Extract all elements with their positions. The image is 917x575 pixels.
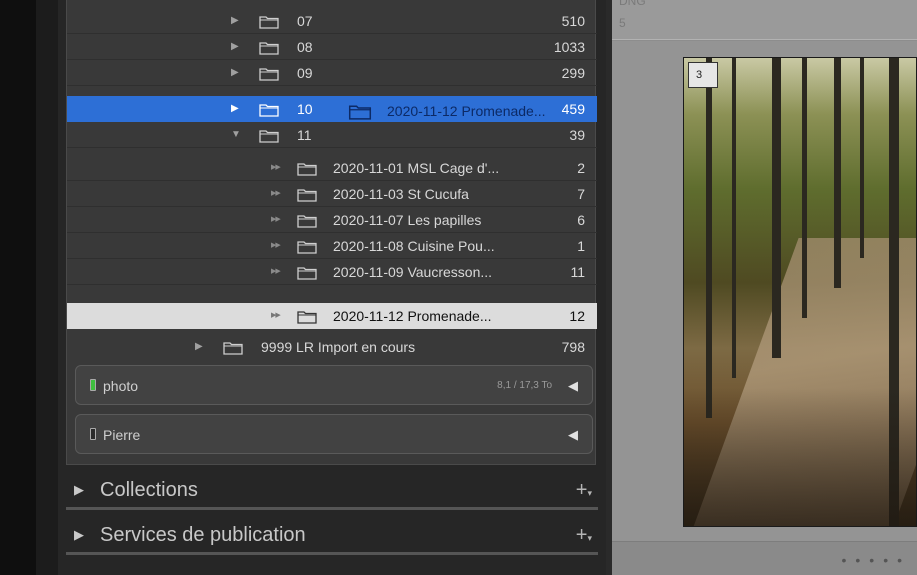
- folder-count: 798: [561, 339, 585, 355]
- folder-name: 2020-11-12 Promenade...: [333, 308, 492, 324]
- folder-icon: [297, 241, 317, 254]
- folder-count: 510: [561, 13, 585, 29]
- disclosure-triangle-icon[interactable]: ▶▶: [271, 303, 281, 329]
- folder-icon: [297, 267, 317, 280]
- folder-name: 11: [297, 127, 312, 143]
- volume-collapse-icon[interactable]: ◀: [568, 415, 578, 455]
- cell-index-badge: 3: [688, 62, 718, 88]
- folder-count: 459: [561, 101, 585, 117]
- folder-name: 2020-11-07 Les papilles: [333, 212, 482, 228]
- left-panel: ▶ 07 510 ▶ 08 1033 ▶ 09 299 ▶ 10 2020-11: [58, 0, 606, 575]
- folder-count: 1: [577, 238, 585, 254]
- folder-name: 2020-11-01 MSL Cage d'...: [333, 160, 500, 176]
- folder-name: 2020-11-08 Cuisine Pou...: [333, 238, 495, 254]
- more-dots-icon[interactable]: •••••: [841, 552, 911, 568]
- folder-name: 08: [297, 39, 313, 55]
- cell-meta: 5: [619, 16, 626, 30]
- disclosure-triangle-icon[interactable]: ▶: [231, 34, 239, 60]
- folder-name: 10: [297, 101, 313, 117]
- section-title: Services de publication: [100, 524, 306, 546]
- folder-row-09[interactable]: ▶ 09 299: [67, 60, 597, 86]
- disclosure-triangle-icon[interactable]: ▶: [195, 334, 203, 360]
- folder-count: 1033: [553, 39, 585, 55]
- disclosure-triangle-icon[interactable]: ▶: [231, 96, 239, 122]
- folders-panel: ▶ 07 510 ▶ 08 1033 ▶ 09 299 ▶ 10 2020-11: [66, 0, 597, 465]
- grid-cell-above[interactable]: DNG 5: [612, 0, 917, 40]
- subfolder-row[interactable]: ▶▶ 2020-11-07 Les papilles 6: [67, 207, 597, 233]
- folder-icon: [259, 104, 279, 117]
- drag-ghost-label: 2020-11-12 Promenade...: [387, 103, 546, 119]
- grid-view: DNG 5 3 •••••: [612, 0, 917, 575]
- volume-status-led: [90, 428, 96, 440]
- tree-trunk: [834, 58, 841, 288]
- folder-icon: [259, 68, 279, 81]
- folder-icon: [259, 16, 279, 29]
- folder-count: 12: [569, 308, 585, 324]
- volume-name: photo: [103, 378, 139, 394]
- collections-section[interactable]: ▶ Collections +▾: [58, 468, 606, 512]
- section-title: Collections: [100, 479, 198, 501]
- tree-trunk: [772, 58, 781, 358]
- left-edge: [0, 0, 36, 575]
- folder-name: 07: [297, 13, 313, 29]
- folder-row-import[interactable]: ▶ 9999 LR Import en cours 798: [67, 334, 597, 360]
- disclosure-triangle-icon[interactable]: ▶: [231, 60, 239, 86]
- folder-count: 2: [577, 160, 585, 176]
- folder-icon: [348, 105, 372, 120]
- section-divider: [66, 552, 598, 555]
- folder-icon: [297, 311, 317, 324]
- file-type-label: DNG: [619, 0, 646, 8]
- folder-row-11[interactable]: ▼ 11 39: [67, 122, 597, 148]
- disclosure-triangle-icon[interactable]: ▶: [231, 8, 239, 34]
- volume-name: Pierre: [103, 427, 141, 443]
- disclosure-triangle-icon[interactable]: ▶▶: [271, 259, 281, 285]
- folder-count: 299: [561, 65, 585, 81]
- disclosure-triangle-icon[interactable]: ▶▶: [271, 207, 281, 233]
- folder-count: 7: [577, 186, 585, 202]
- grid-cell[interactable]: 3: [612, 41, 917, 541]
- folder-name: 2020-11-03 St Cucufa: [333, 186, 469, 202]
- folder-row-10[interactable]: ▶ 10 2020-11-12 Promenade... 459: [67, 96, 597, 122]
- folder-icon: [259, 42, 279, 55]
- photo-thumbnail[interactable]: 3: [683, 57, 917, 527]
- photo-shadow: [684, 388, 916, 526]
- volume-status-led: [90, 379, 96, 391]
- disclosure-triangle-icon[interactable]: ▶▶: [271, 181, 281, 207]
- subfolder-row[interactable]: ▶▶ 2020-11-03 St Cucufa 7: [67, 181, 597, 207]
- publish-services-section[interactable]: ▶ Services de publication +▾: [58, 513, 606, 557]
- volume-photo[interactable]: photo 8,1 / 17,3 To ◀: [75, 365, 593, 405]
- section-expand-icon[interactable]: ▶: [74, 468, 84, 512]
- volume-pierre[interactable]: Pierre ◀: [75, 414, 593, 454]
- grid-bottom-strip: •••••: [612, 541, 917, 575]
- subfolder-row[interactable]: ▶▶ 2020-11-09 Vaucresson... 11: [67, 259, 597, 285]
- subfolder-row[interactable]: ▶▶ 2020-11-01 MSL Cage d'... 2: [67, 155, 597, 181]
- folder-icon: [223, 342, 243, 355]
- folder-row-07[interactable]: ▶ 07 510: [67, 8, 597, 34]
- section-divider: [66, 507, 598, 510]
- folder-icon: [259, 130, 279, 143]
- folder-icon: [297, 189, 317, 202]
- subfolder-row-active[interactable]: ▶▶ 2020-11-12 Promenade... 12: [67, 303, 597, 329]
- folder-icon: [297, 215, 317, 228]
- left-module-strip: [36, 0, 58, 575]
- folder-count: 39: [569, 127, 585, 143]
- tree-trunk: [802, 58, 807, 318]
- folder-name: 2020-11-09 Vaucresson...: [333, 264, 493, 280]
- section-expand-icon[interactable]: ▶: [74, 513, 84, 557]
- folder-icon: [297, 163, 317, 176]
- folder-count: 11: [570, 264, 585, 280]
- folder-name: 9999 LR Import en cours: [261, 339, 416, 355]
- tree-trunk: [732, 58, 736, 378]
- folder-count: 6: [577, 212, 585, 228]
- volume-collapse-icon[interactable]: ◀: [568, 366, 578, 406]
- subfolder-row[interactable]: ▶▶ 2020-11-08 Cuisine Pou... 1: [67, 233, 597, 259]
- volume-size: 8,1 / 17,3 To: [497, 380, 552, 391]
- disclosure-triangle-icon[interactable]: ▶▶: [271, 155, 281, 181]
- disclosure-triangle-expanded-icon[interactable]: ▼: [231, 122, 241, 148]
- folder-name: 09: [297, 65, 313, 81]
- tree-trunk: [860, 58, 864, 258]
- folder-row-08[interactable]: ▶ 08 1033: [67, 34, 597, 60]
- tree-trunk: [706, 58, 712, 418]
- disclosure-triangle-icon[interactable]: ▶▶: [271, 233, 281, 259]
